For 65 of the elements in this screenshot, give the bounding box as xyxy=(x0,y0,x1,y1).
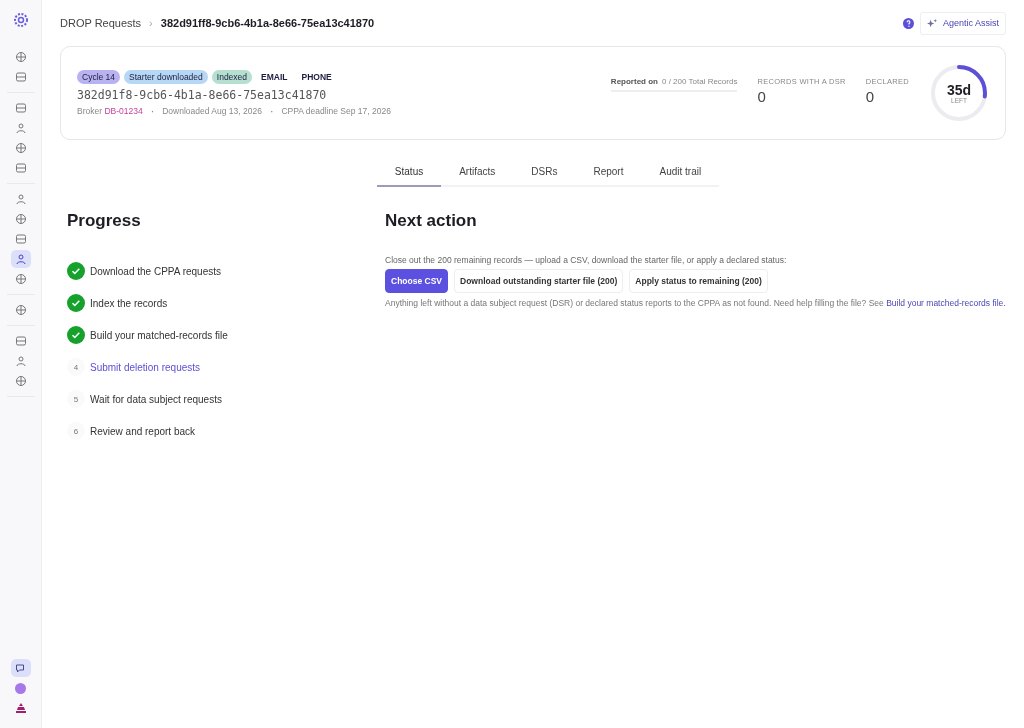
step-label: Wait for data subject requests xyxy=(90,393,222,405)
meta-text: CPPA deadline Sep 17, 2026 xyxy=(281,106,391,116)
tag-label: EMAIL xyxy=(260,70,289,84)
stacked-pyramid-icon[interactable] xyxy=(14,702,27,714)
reported-label: Reported on xyxy=(610,77,658,86)
assist-button[interactable]: Agentic Assist xyxy=(919,11,1006,35)
nav-icon xyxy=(14,102,27,114)
breadcrumb-current: 382d91ff8-9cb6-4b1a-8e66-75ea13c41870 xyxy=(160,17,375,29)
step-number: 6 xyxy=(67,422,85,440)
breadcrumb-link[interactable]: DROP Requests xyxy=(60,17,142,29)
tab[interactable]: DSRs xyxy=(513,158,576,187)
next-action-title: Next action xyxy=(385,211,478,231)
nav-icon xyxy=(14,304,27,316)
chat-nav-item[interactable] xyxy=(10,659,31,677)
step-label: Build your matched-records file xyxy=(90,329,228,341)
action-button[interactable]: Apply status to remaining (200) xyxy=(629,269,768,293)
reported-value: 0 / 200 Total Records xyxy=(661,77,738,86)
help-link[interactable]: Build your matched-records file. xyxy=(886,298,1006,308)
instruction-text: Close out the 200 remaining records — upload a CSV, download the starter file, or apply a declared status: xyxy=(385,255,788,265)
avatar[interactable] xyxy=(15,683,26,694)
help-icon[interactable] xyxy=(902,17,914,29)
meta-text: Downloaded Aug 13, 2026 xyxy=(162,106,262,116)
nav-icon xyxy=(14,51,27,63)
tab[interactable]: Report xyxy=(575,158,642,187)
step-label: Index the records xyxy=(90,297,168,309)
step-label: Submit deletion requests xyxy=(90,361,201,373)
tag-label: PHONE xyxy=(300,70,333,84)
separator-dot: · xyxy=(150,105,155,117)
step-number: 4 xyxy=(67,358,85,376)
note-text: Anything left without a data subject request (DSR) or declared status reports to the CPPA as not found. Need help filling the file? See Build your matched-records file. xyxy=(385,298,1006,310)
chat-icon xyxy=(14,662,27,674)
progress-title: Progress xyxy=(67,211,142,231)
nav-icon xyxy=(14,122,27,134)
nav-icon xyxy=(14,193,27,205)
tab[interactable]: Artifacts xyxy=(441,158,514,187)
nav-icon xyxy=(14,335,27,347)
choose-csv-button[interactable]: Choose CSV xyxy=(385,269,448,293)
tag: Indexed xyxy=(211,69,253,84)
countdown-ring xyxy=(929,63,989,123)
meta-text: Broker DB-01234 xyxy=(77,106,143,116)
step-label: Download the CPPA requests xyxy=(90,265,221,277)
step-label: Review and report back xyxy=(90,425,196,437)
stat-value: 0 xyxy=(865,88,876,105)
nav-icon xyxy=(14,273,27,285)
nav-icon xyxy=(14,375,27,387)
step-number: 5 xyxy=(67,390,85,408)
separator-dot: · xyxy=(269,105,274,117)
nav-icon xyxy=(14,355,27,367)
nav-icon xyxy=(14,253,27,265)
action-button[interactable]: Download outstanding starter file (200) xyxy=(454,269,624,293)
record-id: 382d91f8-9cb6-4b1a-8e66-75ea13c41870 xyxy=(77,87,328,102)
tab[interactable]: Status xyxy=(376,158,442,187)
nav-item[interactable] xyxy=(10,250,31,268)
nav-icon xyxy=(14,71,27,83)
nav-icon xyxy=(14,213,27,225)
tab[interactable]: Audit trail xyxy=(641,158,720,187)
tag: Starter downloaded xyxy=(124,69,208,84)
sparkle-icon xyxy=(926,17,938,29)
tag: Cycle 14 xyxy=(77,69,121,84)
breadcrumb-separator: › xyxy=(149,17,153,29)
nav-icon xyxy=(14,233,27,245)
stat-value: 0 xyxy=(757,88,767,105)
nav-icon xyxy=(14,162,27,174)
nav-icon xyxy=(14,142,27,154)
days-left-value: 35d xyxy=(946,82,972,97)
